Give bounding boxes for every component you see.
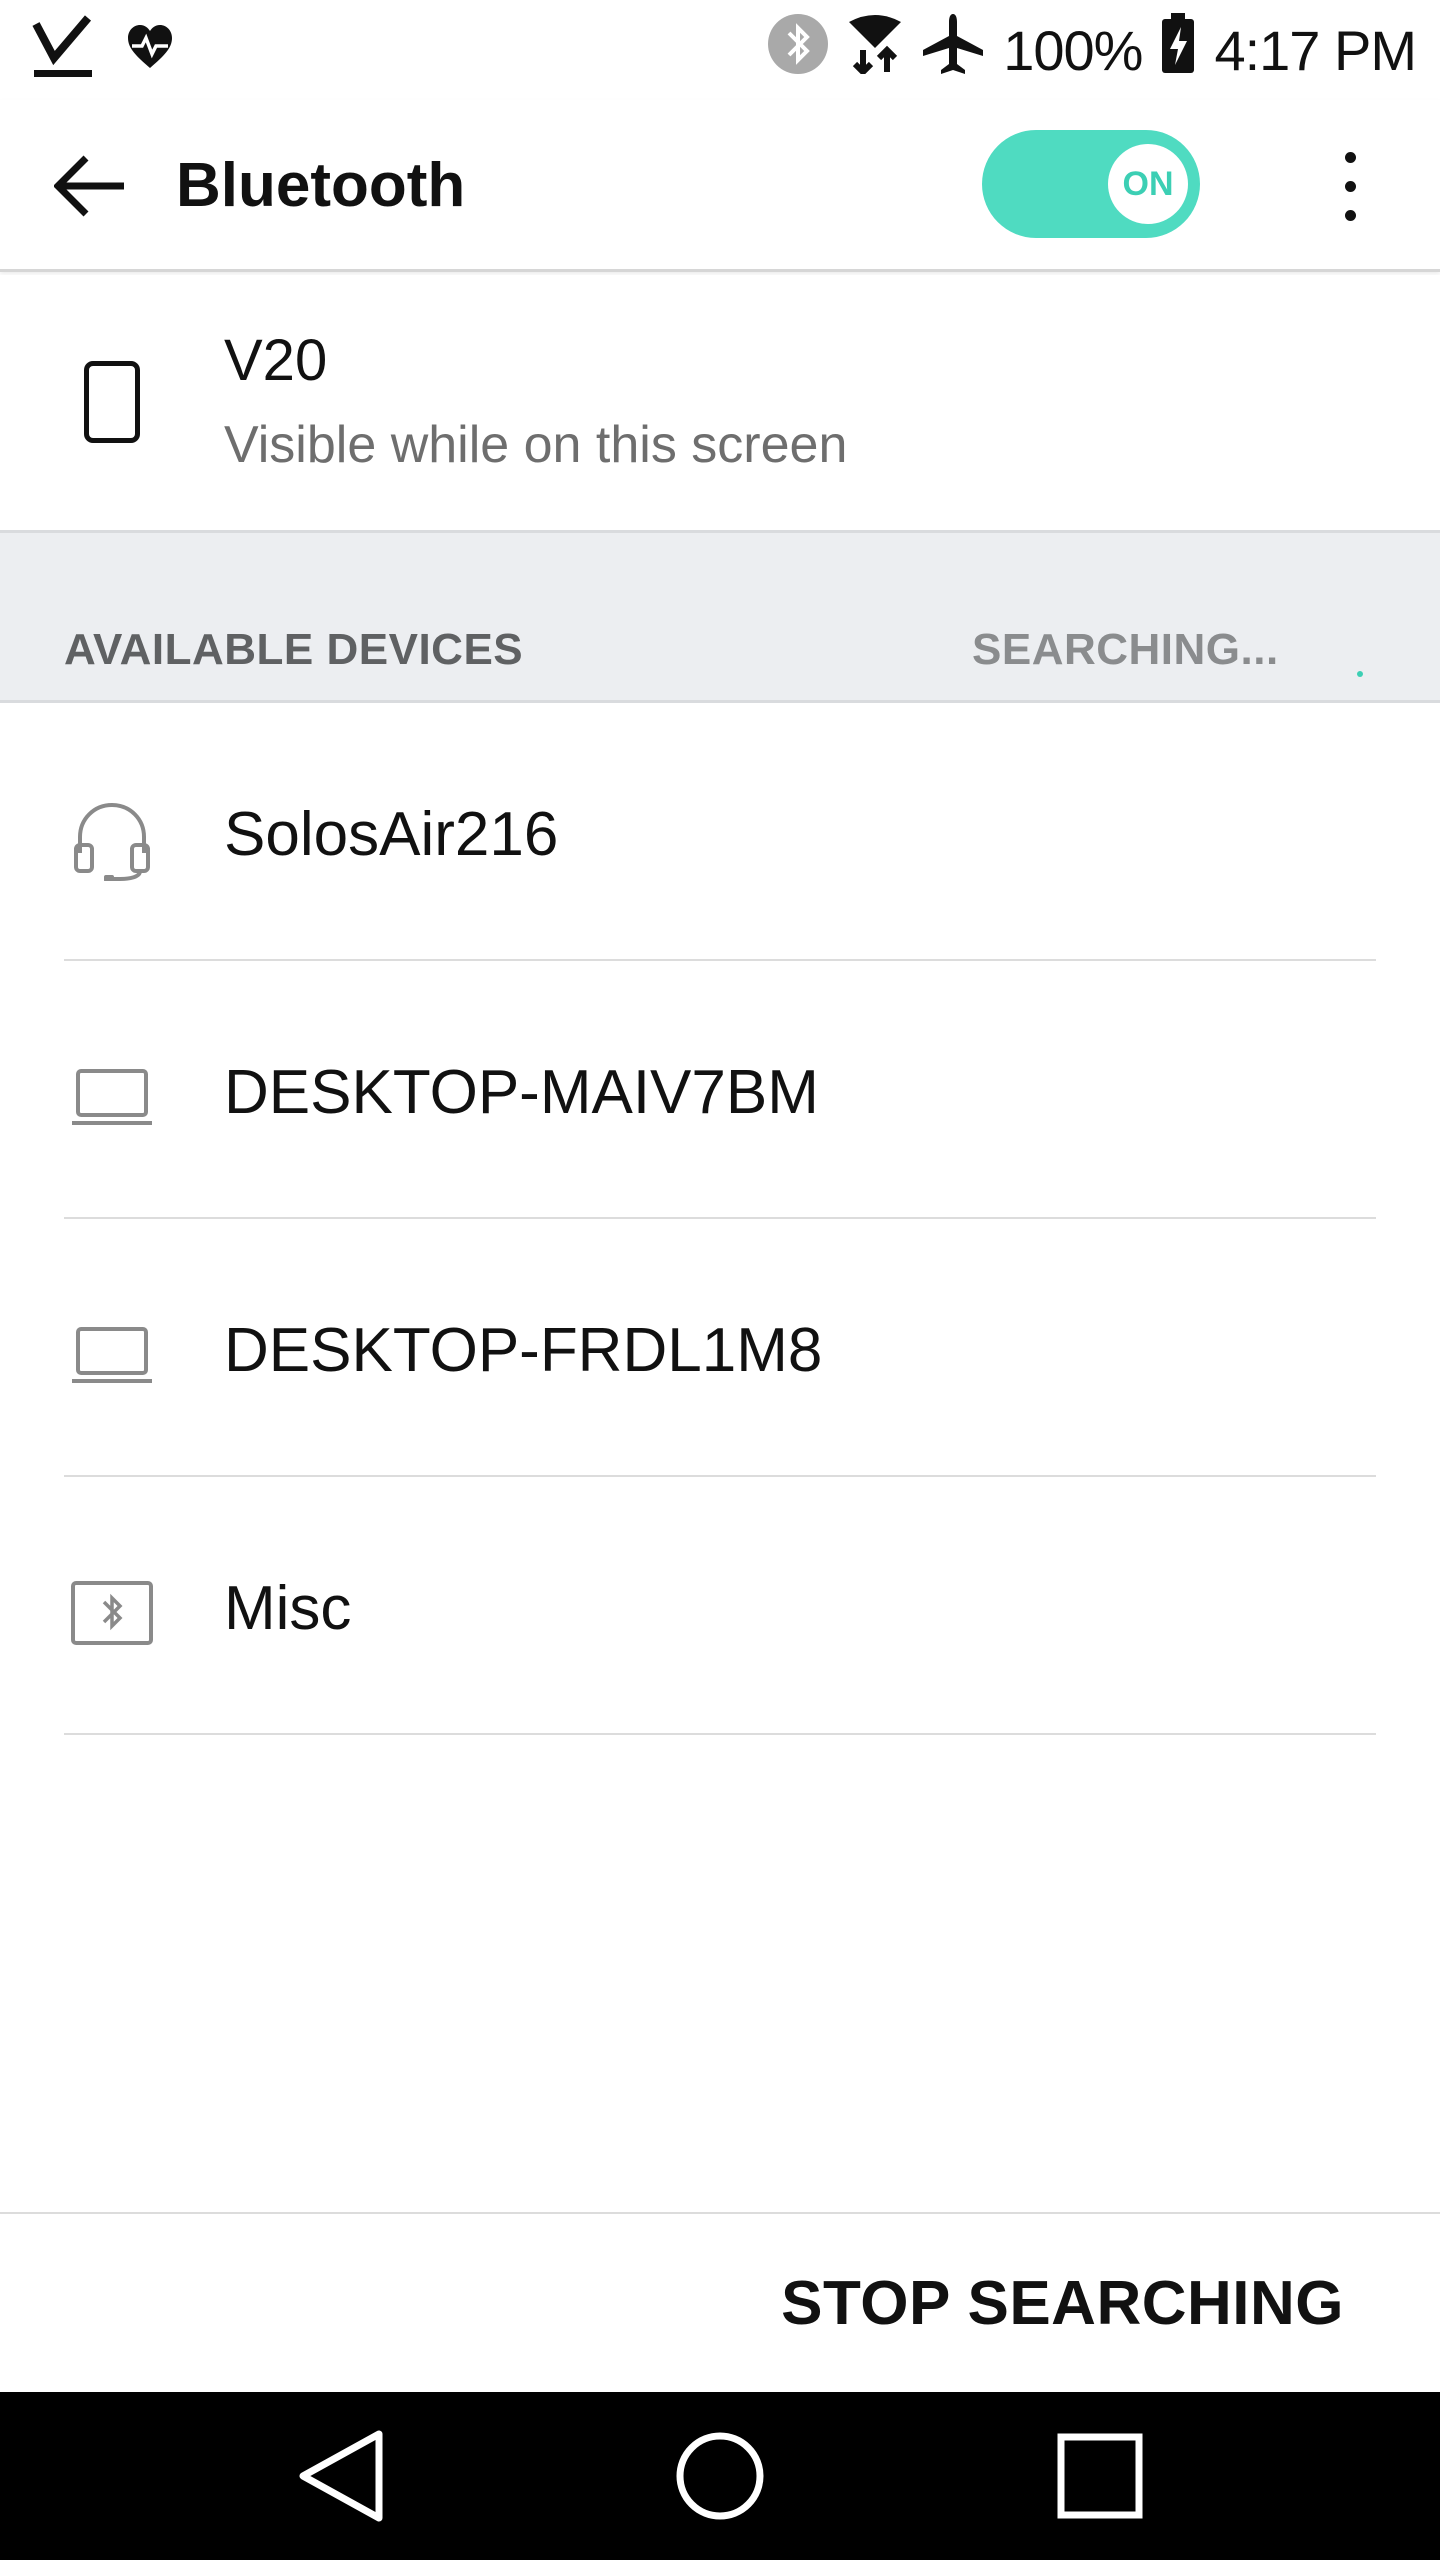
bluetooth-icon bbox=[767, 13, 829, 88]
more-dot-icon bbox=[1344, 180, 1356, 192]
arrow-back-icon bbox=[54, 155, 124, 217]
bluetooth-device-icon bbox=[70, 1571, 154, 1655]
page-title: Bluetooth bbox=[176, 151, 466, 220]
device-name: DESKTOP-MAIV7BM bbox=[224, 1058, 819, 1127]
battery-charging-icon bbox=[1160, 12, 1196, 88]
more-dot-icon bbox=[1344, 151, 1356, 163]
divider bbox=[64, 1733, 1376, 1735]
section-title: AVAILABLE DEVICES bbox=[64, 625, 524, 674]
battery-percentage: 100% bbox=[1003, 18, 1143, 82]
device-row[interactable]: DESKTOP-MAIV7BM bbox=[0, 961, 1440, 1219]
airplane-icon bbox=[921, 12, 985, 89]
more-options-button[interactable] bbox=[1320, 136, 1380, 236]
phone-icon bbox=[84, 361, 140, 443]
own-device-name: V20 bbox=[224, 328, 328, 393]
nav-back-icon bbox=[299, 2430, 383, 2522]
status-right: 100% 4:17 PM bbox=[767, 10, 1417, 90]
heart-rate-icon bbox=[126, 24, 174, 75]
nav-recents-button[interactable] bbox=[1040, 2416, 1160, 2536]
nav-home-icon bbox=[676, 2432, 764, 2520]
clock: 4:17 PM bbox=[1214, 18, 1417, 82]
device-name: Misc bbox=[224, 1574, 352, 1643]
headset-icon bbox=[70, 797, 154, 881]
device-row[interactable]: Misc bbox=[0, 1477, 1440, 1735]
nav-home-button[interactable] bbox=[660, 2416, 780, 2536]
toggle-knob: ON bbox=[1108, 144, 1188, 224]
laptop-icon bbox=[70, 1313, 154, 1397]
app-bar: Bluetooth ON bbox=[0, 100, 1440, 272]
bluetooth-toggle[interactable]: ON bbox=[982, 130, 1200, 238]
searching-status: SEARCHING... bbox=[972, 625, 1279, 674]
device-row[interactable]: SolosAir216 bbox=[0, 703, 1440, 961]
data-transfer-icon bbox=[847, 14, 903, 87]
device-list: SolosAir216 DESKTOP-MAIV7BM DESKTOP-FRDL… bbox=[0, 703, 1440, 1735]
device-name: SolosAir216 bbox=[224, 800, 559, 869]
own-device-visibility: Visible while on this screen bbox=[224, 416, 848, 474]
download-done-icon bbox=[30, 14, 96, 85]
laptop-icon bbox=[70, 1055, 154, 1139]
more-dot-icon bbox=[1344, 209, 1356, 221]
available-devices-header: AVAILABLE DEVICES SEARCHING... bbox=[0, 530, 1440, 703]
status-bar: 100% 4:17 PM bbox=[0, 0, 1440, 100]
own-device-row[interactable]: V20 Visible while on this screen bbox=[0, 275, 1440, 530]
navigation-bar bbox=[0, 2392, 1440, 2560]
status-left bbox=[30, 14, 174, 84]
nav-recents-icon bbox=[1057, 2433, 1143, 2519]
device-row[interactable]: DESKTOP-FRDL1M8 bbox=[0, 1219, 1440, 1477]
stop-searching-button[interactable]: STOP SEARCHING bbox=[781, 2268, 1344, 2339]
nav-back-button[interactable] bbox=[280, 2416, 400, 2536]
progress-indicator bbox=[1357, 671, 1363, 677]
device-name: DESKTOP-FRDL1M8 bbox=[224, 1316, 823, 1385]
back-button[interactable] bbox=[40, 136, 140, 236]
bottom-action-bar: STOP SEARCHING bbox=[0, 2212, 1440, 2392]
